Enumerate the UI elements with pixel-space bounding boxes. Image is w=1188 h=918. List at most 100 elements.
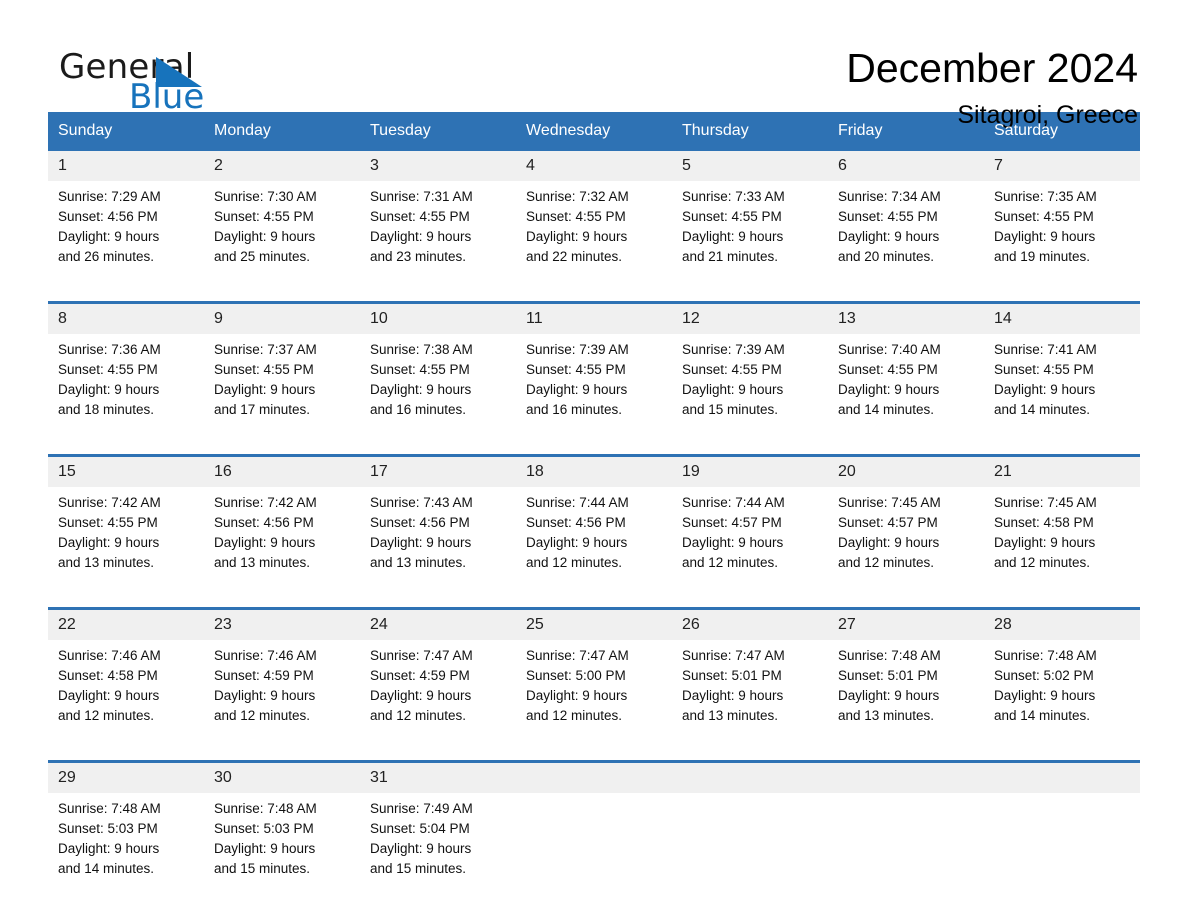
- day-number-cell[interactable]: 25: [516, 610, 672, 640]
- day-daylight-line1-text: Daylight: 9 hours: [838, 382, 940, 397]
- day-number-cell[interactable]: 30: [204, 763, 360, 793]
- day-number-cell[interactable]: 24: [360, 610, 516, 640]
- day-sunset-text: Sunset: 4:55 PM: [214, 362, 314, 377]
- day-sunrise-text: Sunrise: 7:47 AM: [526, 648, 629, 663]
- day-info-cell: [516, 793, 672, 901]
- day-daylight-line2-text: and 12 minutes.: [526, 555, 623, 570]
- day-info-cell: Sunrise: 7:37 AM Sunset: 4:55 PM Daylight:…: [204, 334, 360, 442]
- day-info-cell: Sunrise: 7:36 AM Sunset: 4:55 PM Daylight:…: [48, 334, 204, 442]
- day-daylight-line1-text: Daylight: 9 hours: [370, 535, 472, 550]
- calendar-body: 1 2 3 4 5 6 7 Sunrise: 7:29 AM Sunset: 4:56 PM Da…: [48, 151, 1140, 901]
- day-number-cell[interactable]: 13: [828, 304, 984, 334]
- day-sunset-text: Sunset: 4:55 PM: [994, 209, 1094, 224]
- day-info-cell: Sunrise: 7:34 AM Sunset: 4:55 PM Daylight:…: [828, 181, 984, 289]
- day-daylight-line1-text: Daylight: 9 hours: [214, 688, 316, 703]
- day-daylight-line1-text: Daylight: 9 hours: [838, 688, 940, 703]
- day-sunrise-text: Sunrise: 7:33 AM: [682, 189, 785, 204]
- day-daylight-line1-text: Daylight: 9 hours: [370, 688, 472, 703]
- day-sunset-text: Sunset: 5:02 PM: [994, 668, 1094, 683]
- day-daylight-line2-text: and 15 minutes.: [682, 402, 779, 417]
- day-number-row: 15 16 17 18 19 20 21: [48, 457, 1140, 487]
- day-sunrise-text: Sunrise: 7:32 AM: [526, 189, 629, 204]
- day-number-cell[interactable]: 17: [360, 457, 516, 487]
- day-number-cell[interactable]: 20: [828, 457, 984, 487]
- page-header: General Blue December 2024 Sitagroi, Gre…: [48, 0, 1140, 129]
- day-daylight-line1-text: Daylight: 9 hours: [838, 535, 940, 550]
- day-sunset-text: Sunset: 4:55 PM: [526, 362, 626, 377]
- day-number-cell[interactable]: 4: [516, 151, 672, 181]
- day-info-row: Sunrise: 7:29 AM Sunset: 4:56 PM Daylight:…: [48, 181, 1140, 289]
- day-number-cell[interactable]: 9: [204, 304, 360, 334]
- week-gap: [48, 748, 1140, 760]
- day-daylight-line1-text: Daylight: 9 hours: [526, 229, 628, 244]
- day-number-cell[interactable]: 19: [672, 457, 828, 487]
- day-sunset-text: Sunset: 4:59 PM: [370, 668, 470, 683]
- day-daylight-line1-text: Daylight: 9 hours: [682, 229, 784, 244]
- day-daylight-line1-text: Daylight: 9 hours: [370, 229, 472, 244]
- day-sunrise-text: Sunrise: 7:44 AM: [682, 495, 785, 510]
- day-daylight-line2-text: and 16 minutes.: [526, 402, 623, 417]
- day-number-cell[interactable]: 23: [204, 610, 360, 640]
- day-sunset-text: Sunset: 4:56 PM: [214, 515, 314, 530]
- day-number-cell[interactable]: 26: [672, 610, 828, 640]
- day-daylight-line1-text: Daylight: 9 hours: [526, 535, 628, 550]
- day-number-cell[interactable]: 21: [984, 457, 1140, 487]
- day-number-cell[interactable]: 29: [48, 763, 204, 793]
- day-info-cell: Sunrise: 7:47 AM Sunset: 5:01 PM Daylight:…: [672, 640, 828, 748]
- day-daylight-line1-text: Daylight: 9 hours: [682, 688, 784, 703]
- day-sunset-text: Sunset: 4:59 PM: [214, 668, 314, 683]
- day-daylight-line2-text: and 12 minutes.: [682, 555, 779, 570]
- day-sunset-text: Sunset: 4:55 PM: [994, 362, 1094, 377]
- day-number-cell[interactable]: 10: [360, 304, 516, 334]
- day-number-cell[interactable]: 31: [360, 763, 516, 793]
- day-info-cell: Sunrise: 7:44 AM Sunset: 4:56 PM Daylight:…: [516, 487, 672, 595]
- day-sunrise-text: Sunrise: 7:48 AM: [214, 801, 317, 816]
- day-daylight-line2-text: and 19 minutes.: [994, 249, 1091, 264]
- day-number-cell[interactable]: 27: [828, 610, 984, 640]
- day-daylight-line2-text: and 13 minutes.: [370, 555, 467, 570]
- day-daylight-line1-text: Daylight: 9 hours: [994, 535, 1096, 550]
- day-daylight-line2-text: and 12 minutes.: [370, 708, 467, 723]
- day-daylight-line1-text: Daylight: 9 hours: [214, 535, 316, 550]
- day-info-cell: Sunrise: 7:43 AM Sunset: 4:56 PM Daylight:…: [360, 487, 516, 595]
- day-daylight-line2-text: and 26 minutes.: [58, 249, 155, 264]
- day-info-cell: Sunrise: 7:39 AM Sunset: 4:55 PM Daylight:…: [672, 334, 828, 442]
- day-sunset-text: Sunset: 5:00 PM: [526, 668, 626, 683]
- day-number-cell[interactable]: 5: [672, 151, 828, 181]
- day-number-cell[interactable]: 14: [984, 304, 1140, 334]
- day-number-cell[interactable]: 12: [672, 304, 828, 334]
- day-sunrise-text: Sunrise: 7:49 AM: [370, 801, 473, 816]
- day-info-cell: Sunrise: 7:40 AM Sunset: 4:55 PM Daylight:…: [828, 334, 984, 442]
- day-number-cell[interactable]: 28: [984, 610, 1140, 640]
- day-number-cell[interactable]: 2: [204, 151, 360, 181]
- day-sunrise-text: Sunrise: 7:48 AM: [58, 801, 161, 816]
- day-sunrise-text: Sunrise: 7:48 AM: [838, 648, 941, 663]
- day-number-cell[interactable]: 1: [48, 151, 204, 181]
- day-number-cell[interactable]: 7: [984, 151, 1140, 181]
- day-number-cell[interactable]: 6: [828, 151, 984, 181]
- weekday-header-thursday: Thursday: [672, 112, 828, 151]
- day-daylight-line2-text: and 21 minutes.: [682, 249, 779, 264]
- day-daylight-line2-text: and 15 minutes.: [214, 861, 311, 876]
- day-sunset-text: Sunset: 4:56 PM: [370, 515, 470, 530]
- day-sunrise-text: Sunrise: 7:45 AM: [838, 495, 941, 510]
- day-sunrise-text: Sunrise: 7:46 AM: [214, 648, 317, 663]
- day-daylight-line2-text: and 12 minutes.: [58, 708, 155, 723]
- day-daylight-line2-text: and 12 minutes.: [994, 555, 1091, 570]
- day-number-cell[interactable]: 18: [516, 457, 672, 487]
- day-sunrise-text: Sunrise: 7:36 AM: [58, 342, 161, 357]
- day-number-cell[interactable]: 8: [48, 304, 204, 334]
- day-number-cell[interactable]: 15: [48, 457, 204, 487]
- day-number-cell[interactable]: 16: [204, 457, 360, 487]
- day-sunset-text: Sunset: 4:57 PM: [838, 515, 938, 530]
- day-number-cell[interactable]: 3: [360, 151, 516, 181]
- day-daylight-line2-text: and 25 minutes.: [214, 249, 311, 264]
- day-number-cell[interactable]: 22: [48, 610, 204, 640]
- day-sunrise-text: Sunrise: 7:42 AM: [58, 495, 161, 510]
- day-number-cell[interactable]: 11: [516, 304, 672, 334]
- day-info-cell: Sunrise: 7:47 AM Sunset: 4:59 PM Daylight:…: [360, 640, 516, 748]
- day-info-cell: Sunrise: 7:31 AM Sunset: 4:55 PM Daylight:…: [360, 181, 516, 289]
- page-title: December 2024: [846, 45, 1138, 91]
- day-sunrise-text: Sunrise: 7:39 AM: [526, 342, 629, 357]
- day-info-cell: [672, 793, 828, 901]
